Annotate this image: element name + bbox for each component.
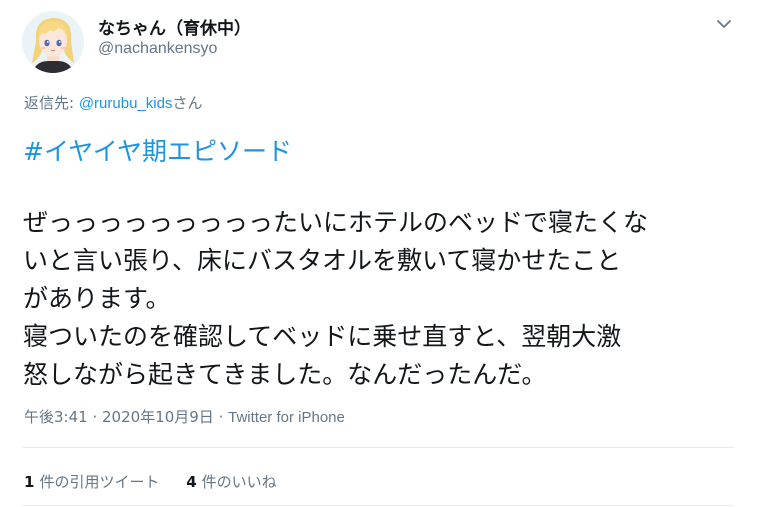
quote-tweets-count[interactable]: 1 件の引用ツイート — [24, 471, 159, 492]
divider — [22, 447, 734, 448]
likes-count[interactable]: 4 件のいいね — [186, 471, 276, 492]
tweet-card: なちゃん（育休中） @nachankensyo 返信先: @rurubu_kid… — [0, 0, 757, 507]
hashtag-link[interactable]: #イヤイヤ期エピソード — [23, 132, 292, 168]
reply-mention-link[interactable]: @rurubu_kids — [79, 95, 173, 112]
tweet-text-line: 怒しながら起きてきました。なんだったんだ。 — [23, 360, 547, 389]
tweet-date[interactable]: 2020年10月9日 — [102, 408, 214, 426]
tweet-meta: 午後3:41 · 2020年10月9日 · Twitter for iPhone — [24, 406, 345, 427]
meta-separator: · — [213, 408, 229, 426]
user-handle[interactable]: @nachankensyo — [98, 40, 217, 58]
chevron-down-icon[interactable] — [714, 14, 734, 34]
tweet-stats: 1 件の引用ツイート 4 件のいいね — [24, 471, 299, 492]
meta-separator: · — [87, 408, 102, 426]
tweet-text-line: ぜっっっっっっっっったいにホテルのベッドで寝たくな — [23, 208, 649, 237]
tweet-text: ぜっっっっっっっっったいにホテルのベッドで寝たくな いと言い張り、床にバスタオル… — [23, 204, 733, 394]
like-count-number: 4 — [186, 473, 197, 491]
quote-count-number: 1 — [24, 473, 35, 491]
tweet-source[interactable]: Twitter for iPhone — [228, 409, 345, 426]
reply-suffix: さん — [172, 94, 203, 112]
tweet-text-line: いと言い張り、床にバスタオルを敷いて寝かせたこと — [23, 246, 622, 275]
tweet-text-line: があります。 — [23, 284, 171, 313]
tweet-text-line: 寝ついたのを確認してベッドに乗せ直すと、翌朝大激 — [23, 322, 622, 351]
reply-to-line: 返信先: @rurubu_kidsさん — [24, 92, 202, 113]
tweet-time[interactable]: 午後3:41 — [24, 408, 88, 426]
quote-count-label: 件の引用ツイート — [39, 473, 160, 491]
avatar-girl-blonde-icon — [22, 11, 84, 73]
avatar[interactable] — [22, 11, 84, 73]
reply-prefix: 返信先: — [24, 94, 79, 112]
display-name[interactable]: なちゃん（育休中） — [98, 14, 251, 39]
like-count-label: 件のいいね — [201, 473, 277, 491]
divider — [22, 505, 734, 506]
